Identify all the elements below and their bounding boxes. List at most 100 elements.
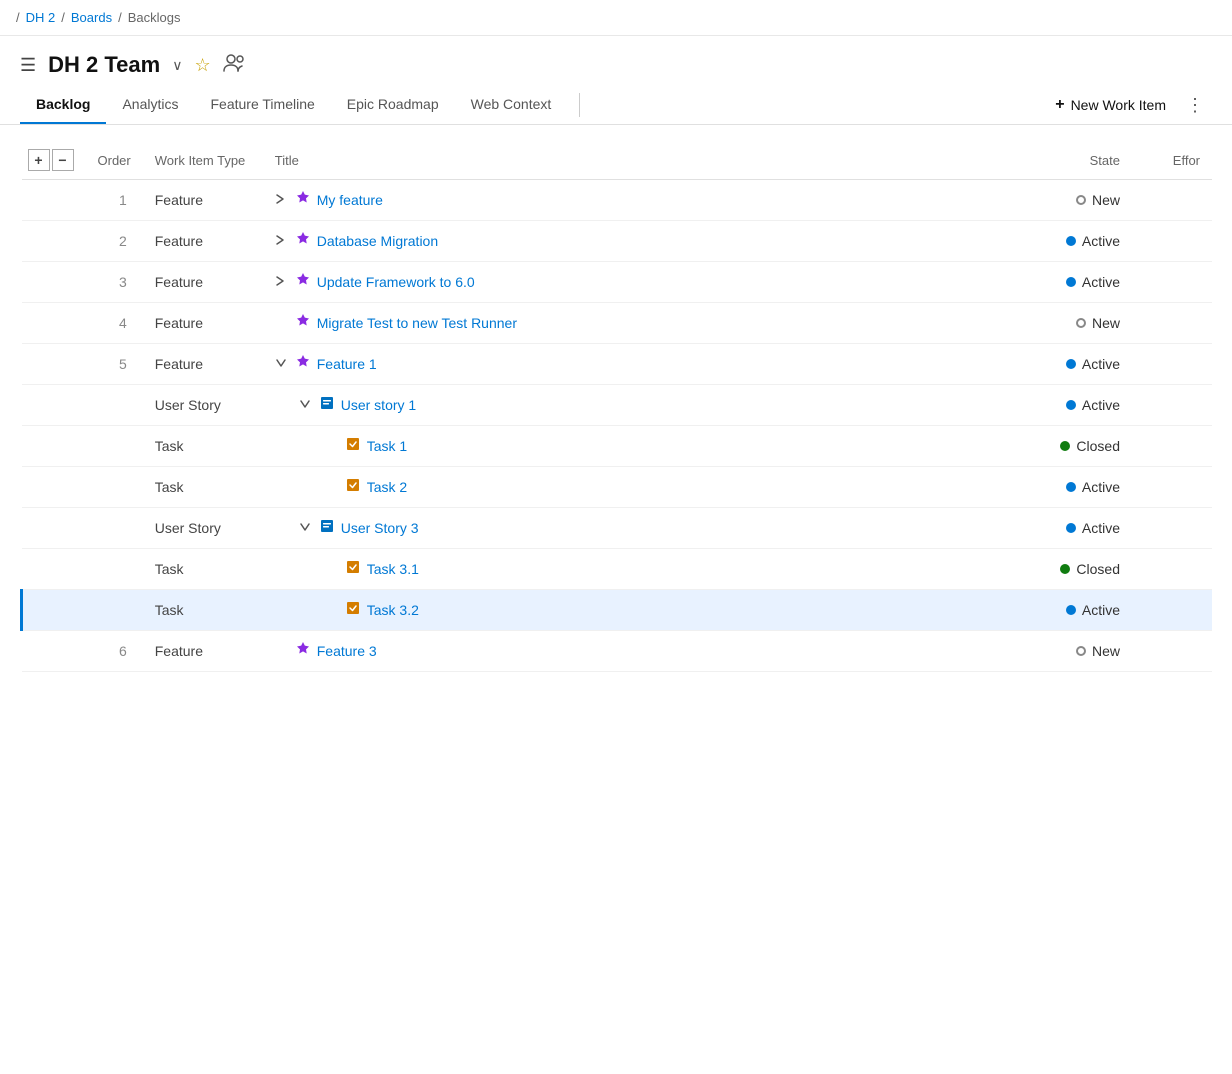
col-state-header: State bbox=[982, 141, 1132, 180]
row-effort bbox=[1132, 631, 1212, 672]
state-label: New bbox=[1092, 643, 1120, 659]
row-ctrl-cell bbox=[22, 385, 86, 426]
expand-icon[interactable] bbox=[299, 398, 313, 412]
row-state: Active bbox=[982, 508, 1132, 549]
row-state: New bbox=[982, 303, 1132, 344]
breadcrumb-boards[interactable]: Boards bbox=[71, 10, 112, 25]
chevron-down-icon[interactable]: ∨ bbox=[172, 57, 182, 74]
table-row[interactable]: 2Feature Database Migration Active bbox=[22, 221, 1213, 262]
row-type: Feature bbox=[143, 303, 263, 344]
row-order: 2 bbox=[86, 221, 143, 262]
new-work-item-label: New Work Item bbox=[1071, 97, 1166, 113]
table-row[interactable]: User StoryUser Story 3Active bbox=[22, 508, 1213, 549]
row-title-cell[interactable]: Task 2 bbox=[263, 467, 982, 508]
row-effort bbox=[1132, 467, 1212, 508]
new-work-item-button[interactable]: + New Work Item bbox=[1043, 88, 1178, 122]
row-type: Feature bbox=[143, 180, 263, 221]
row-order: 6 bbox=[86, 631, 143, 672]
table-row[interactable]: TaskTask 3.2Active bbox=[22, 590, 1213, 631]
row-order: 5 bbox=[86, 344, 143, 385]
row-title-text[interactable]: Feature 3 bbox=[317, 643, 377, 659]
table-row[interactable]: 3FeatureUpdate Framework to 6.0Active bbox=[22, 262, 1213, 303]
breadcrumb-dh2[interactable]: DH 2 bbox=[26, 10, 56, 25]
tab-backlog[interactable]: Backlog bbox=[20, 86, 106, 124]
breadcrumb-backlogs: Backlogs bbox=[128, 10, 181, 25]
more-options-icon[interactable]: ⋮ bbox=[1178, 87, 1212, 124]
row-title-cell[interactable]: My feature bbox=[263, 180, 982, 221]
expand-icon[interactable] bbox=[275, 234, 289, 249]
table-row[interactable]: User StoryUser story 1Active bbox=[22, 385, 1213, 426]
row-title-text[interactable]: Database Migration bbox=[317, 233, 438, 249]
state-dot bbox=[1066, 523, 1076, 533]
row-ctrl-cell bbox=[22, 549, 86, 590]
expand-all-button[interactable]: + bbox=[28, 149, 50, 171]
table-row[interactable]: 4Feature Migrate Test to new Test Runner N… bbox=[22, 303, 1213, 344]
state-label: New bbox=[1092, 315, 1120, 331]
state-dot bbox=[1060, 564, 1070, 574]
row-title-cell[interactable]: User Story 3 bbox=[263, 508, 982, 549]
people-icon[interactable] bbox=[223, 54, 245, 77]
row-state: Active bbox=[982, 344, 1132, 385]
row-title-cell[interactable]: Migrate Test to new Test Runner bbox=[263, 303, 982, 344]
tab-feature-timeline[interactable]: Feature Timeline bbox=[195, 86, 331, 124]
state-dot bbox=[1060, 441, 1070, 451]
row-title-cell[interactable]: Update Framework to 6.0 bbox=[263, 262, 982, 303]
row-effort bbox=[1132, 508, 1212, 549]
row-title-text[interactable]: Task 3.2 bbox=[367, 602, 419, 618]
row-effort bbox=[1132, 221, 1212, 262]
expand-icon[interactable] bbox=[275, 193, 289, 208]
row-title-cell[interactable]: Task 3.1 bbox=[263, 549, 982, 590]
row-effort bbox=[1132, 262, 1212, 303]
menu-icon[interactable]: ☰ bbox=[20, 55, 36, 76]
star-icon[interactable]: ☆ bbox=[194, 55, 210, 76]
table-row[interactable]: TaskTask 3.1Closed bbox=[22, 549, 1213, 590]
table-row[interactable]: 6FeatureFeature 3New bbox=[22, 631, 1213, 672]
row-title-text[interactable]: Feature 1 bbox=[317, 356, 377, 372]
breadcrumb-sep3: / bbox=[118, 10, 122, 25]
row-title-cell[interactable]: Task 3.2 bbox=[263, 590, 982, 631]
state-label: Closed bbox=[1076, 438, 1120, 454]
collapse-all-button[interactable]: − bbox=[52, 149, 74, 171]
row-title-text[interactable]: Task 3.1 bbox=[367, 561, 419, 577]
no-expand-icon bbox=[275, 316, 289, 330]
row-order: 4 bbox=[86, 303, 143, 344]
row-title-cell[interactable]: Task 1 bbox=[263, 426, 982, 467]
row-title-text[interactable]: Update Framework to 6.0 bbox=[317, 274, 475, 290]
table-row[interactable]: 5FeatureFeature 1Active bbox=[22, 344, 1213, 385]
row-title-text[interactable]: Task 1 bbox=[367, 438, 407, 454]
task-icon bbox=[345, 436, 361, 456]
row-title-text[interactable]: User story 1 bbox=[341, 397, 416, 413]
row-ctrl-cell bbox=[22, 221, 86, 262]
row-title-cell[interactable]: Database Migration bbox=[263, 221, 982, 262]
row-ctrl-cell bbox=[22, 344, 86, 385]
state-label: Active bbox=[1082, 397, 1120, 413]
table-row[interactable]: TaskTask 1Closed bbox=[22, 426, 1213, 467]
row-title-text[interactable]: Task 2 bbox=[367, 479, 407, 495]
tab-epic-roadmap[interactable]: Epic Roadmap bbox=[331, 86, 455, 124]
row-type: Task bbox=[143, 467, 263, 508]
row-state: New bbox=[982, 180, 1132, 221]
row-state: Active bbox=[982, 467, 1132, 508]
row-title-cell[interactable]: Feature 1 bbox=[263, 344, 982, 385]
feature-icon bbox=[295, 272, 311, 292]
tab-web-context[interactable]: Web Context bbox=[455, 86, 568, 124]
row-title-text[interactable]: Migrate Test to new Test Runner bbox=[317, 315, 517, 331]
row-effort bbox=[1132, 180, 1212, 221]
row-title-text[interactable]: My feature bbox=[317, 192, 383, 208]
row-type: Feature bbox=[143, 262, 263, 303]
row-title-cell[interactable]: Feature 3 bbox=[263, 631, 982, 672]
expand-icon[interactable] bbox=[275, 357, 289, 371]
row-type: Feature bbox=[143, 221, 263, 262]
row-title-text[interactable]: User Story 3 bbox=[341, 520, 419, 536]
row-state: Active bbox=[982, 221, 1132, 262]
expand-icon[interactable] bbox=[275, 275, 289, 290]
row-effort bbox=[1132, 549, 1212, 590]
state-label: Closed bbox=[1076, 561, 1120, 577]
table-row[interactable]: Task Task 2 Active bbox=[22, 467, 1213, 508]
row-title-cell[interactable]: User story 1 bbox=[263, 385, 982, 426]
row-order bbox=[86, 385, 143, 426]
table-row[interactable]: 1FeatureMy featureNew bbox=[22, 180, 1213, 221]
state-dot bbox=[1076, 195, 1086, 205]
expand-icon[interactable] bbox=[299, 521, 313, 535]
tab-analytics[interactable]: Analytics bbox=[106, 86, 194, 124]
